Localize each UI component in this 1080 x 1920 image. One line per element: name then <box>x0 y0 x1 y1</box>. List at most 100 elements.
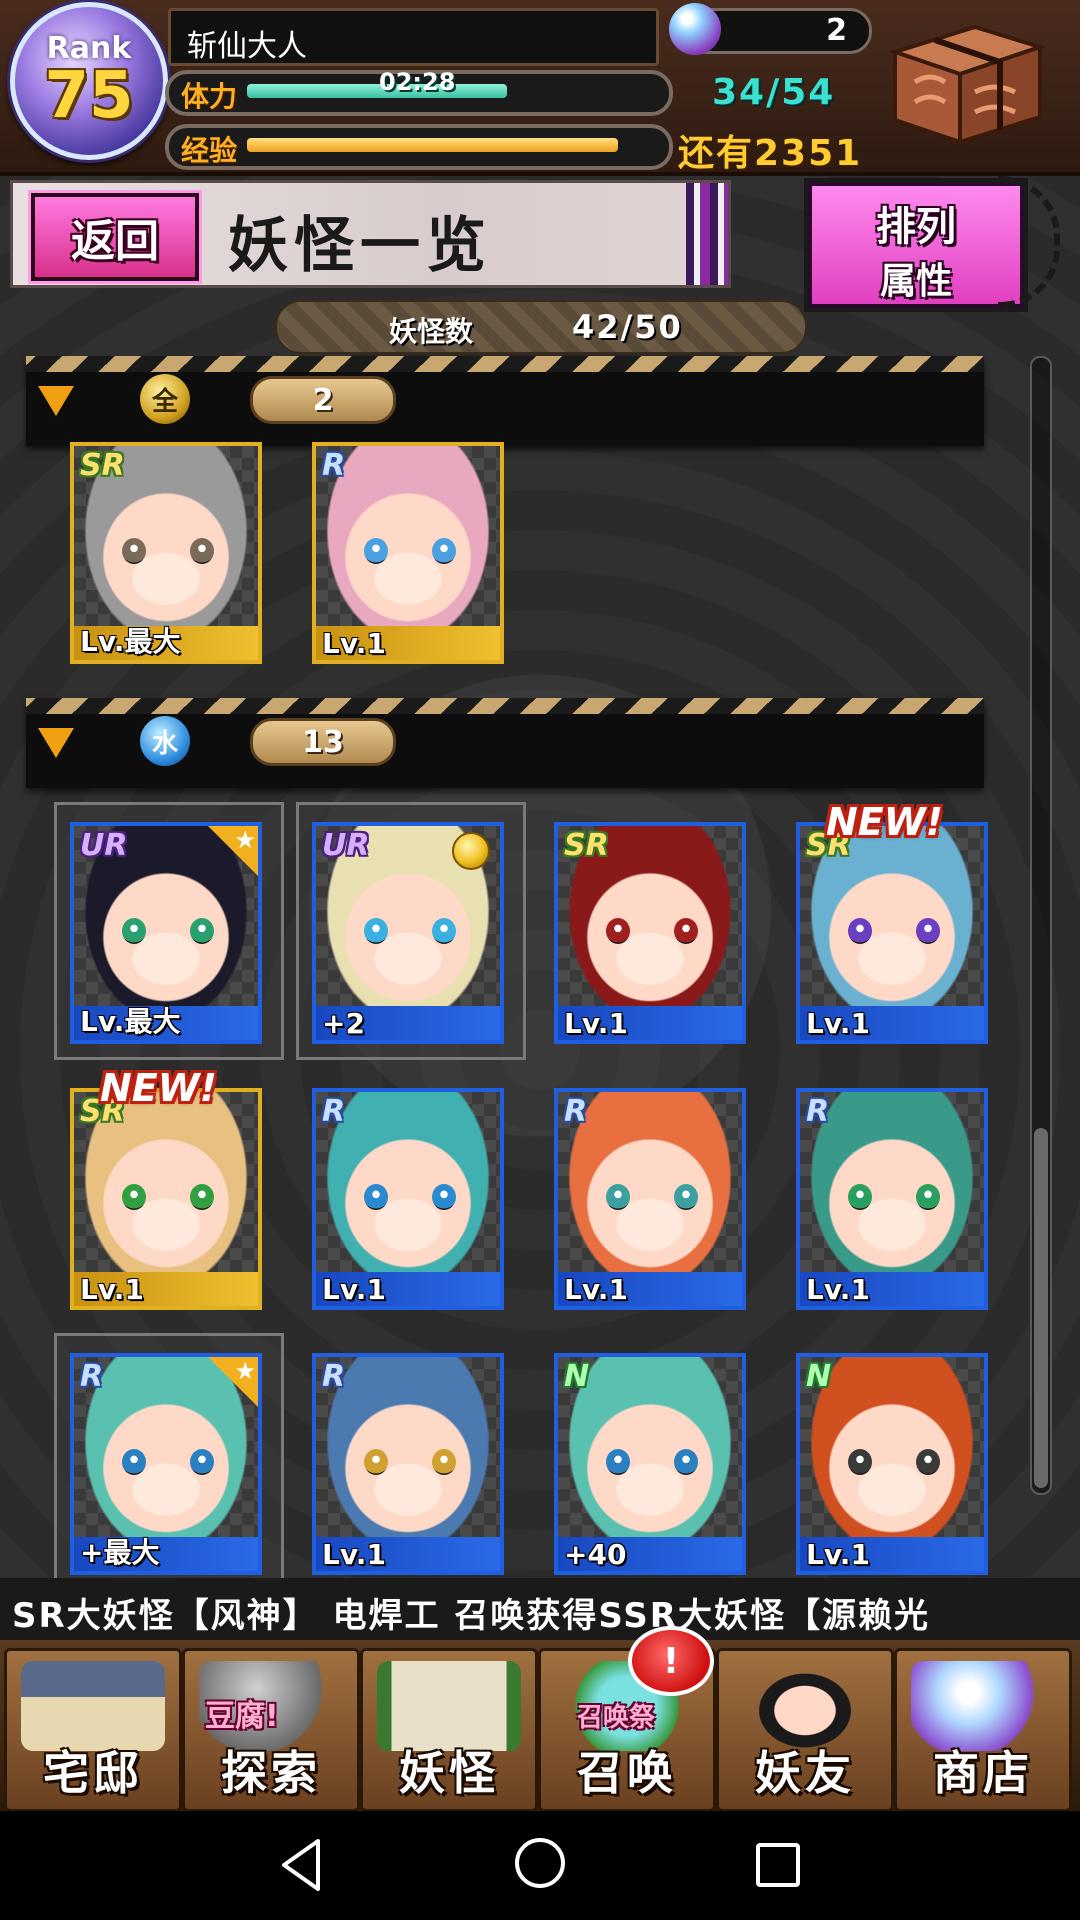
yokai-portrait-eyes <box>360 1184 460 1210</box>
back-nav-icon[interactable] <box>270 1833 334 1897</box>
page-header: 返回 妖怪一览 <box>10 180 731 288</box>
rarity-badge: N <box>806 1359 832 1394</box>
element-group-header[interactable]: 全 2 <box>26 356 984 446</box>
stamina-count: 34/54 <box>712 72 836 113</box>
yokai-card[interactable]: R Lv.1 <box>312 1088 504 1310</box>
system-navigation-bar <box>0 1811 1080 1920</box>
stamina-timer: 02:28 <box>379 68 456 96</box>
rank-value: 75 <box>44 59 134 133</box>
player-name: 斩仙大人 <box>187 29 307 64</box>
level-label: Lv.1 <box>322 1538 386 1571</box>
back-button[interactable]: 返回 <box>28 190 202 284</box>
spirit-orb-icon <box>669 3 721 55</box>
yokai-card-frame[interactable]: R Lv.1 <box>312 1353 504 1575</box>
game-screen: Rank 75 斩仙大人 体力 02:28 经验 2 34/54 还有2351 <box>0 0 1080 1811</box>
yokai-card-frame[interactable]: SR Lv.1 <box>554 822 746 1044</box>
group-count: 13 <box>250 718 396 766</box>
nav-mansion[interactable]: 宅邸 <box>4 1648 182 1811</box>
home-nav-icon[interactable] <box>508 1831 572 1895</box>
stamina-bar: 体力 02:28 <box>165 68 673 116</box>
element-group-header[interactable]: 水 13 <box>26 698 984 788</box>
scrollbar-thumb[interactable] <box>1034 1128 1048 1488</box>
earth-element-icon: 全 <box>140 374 190 424</box>
yokai-card-frame[interactable]: R Lv.1 <box>554 1088 746 1310</box>
level-label: Lv.1 <box>564 1273 628 1306</box>
nav-yokai[interactable]: 妖怪 <box>360 1648 538 1811</box>
level-label: +40 <box>564 1538 627 1571</box>
yokai-portrait-eyes <box>360 1449 460 1475</box>
ticker-text: SR大妖怪【风神】 电焊工 召唤获得SSR大妖怪【源赖光 <box>12 1596 930 1636</box>
nav-explore[interactable]: 豆腐! 探索 <box>182 1648 360 1811</box>
yokai-portrait-eyes <box>844 1449 944 1475</box>
nav-label: 妖怪 <box>399 1746 499 1800</box>
level-label: Lv.最大 <box>80 625 181 658</box>
level-label: Lv.1 <box>80 1273 144 1306</box>
player-status-bar: Rank 75 斩仙大人 体力 02:28 经验 2 34/54 还有2351 <box>0 0 1080 176</box>
stamina-label: 体力 <box>181 80 238 113</box>
gem-counter[interactable]: 2 <box>669 3 872 55</box>
yokai-card[interactable]: R Lv.1 <box>554 1088 746 1310</box>
yokai-portrait-eyes <box>118 1449 218 1475</box>
star-icon: ★ <box>234 826 256 854</box>
nav-friends[interactable]: 妖友 <box>716 1648 894 1811</box>
stamina-fill <box>247 84 507 98</box>
gift-box-icon[interactable] <box>875 12 1055 152</box>
yokai-card-frame[interactable]: ★ UR Lv.最大 <box>70 822 262 1044</box>
yokai-portrait-eyes <box>118 538 218 564</box>
yokai-card[interactable]: R Lv.1 <box>312 442 504 664</box>
yokai-card[interactable]: ★ UR Lv.最大 <box>54 802 284 1060</box>
yokai-card-frame[interactable]: R Lv.1 <box>312 1088 504 1310</box>
yokai-card[interactable]: UR +2 <box>296 802 526 1060</box>
yokai-card-frame[interactable]: ★ R +最大 <box>70 1353 262 1575</box>
sort-button[interactable]: 排列 属性 <box>804 178 1028 312</box>
rarity-badge: R <box>322 1094 346 1129</box>
yokai-card[interactable]: ★ R +最大 <box>54 1333 284 1591</box>
yokai-portrait-eyes <box>844 1184 944 1210</box>
rarity-badge: SR <box>80 448 125 483</box>
alert-badge[interactable]: ! <box>628 1626 714 1696</box>
yokai-card-frame[interactable]: SR Lv.1 <box>796 822 988 1044</box>
yokai-card[interactable]: R Lv.1 <box>312 1353 504 1575</box>
collapse-arrow-icon[interactable] <box>38 728 74 758</box>
yokai-portrait-eyes <box>602 1449 702 1475</box>
summon-festival-label: 召唤祭 <box>577 1703 656 1733</box>
yokai-card[interactable]: SR Lv.1 NEW! <box>70 1066 262 1310</box>
nav-label: 召唤 <box>577 1746 677 1800</box>
yokai-card[interactable]: N +40 <box>554 1353 746 1575</box>
yokai-card[interactable]: R Lv.1 <box>796 1088 988 1310</box>
yokai-card-frame[interactable]: SR Lv.最大 <box>70 442 262 664</box>
rank-badge[interactable]: Rank 75 <box>10 2 168 160</box>
yokai-count-value: 42/50 <box>572 308 683 346</box>
rarity-badge: R <box>322 448 346 483</box>
yokai-card-frame[interactable]: N Lv.1 <box>796 1353 988 1575</box>
player-name-box: 斩仙大人 <box>168 8 659 66</box>
yokai-card[interactable]: SR Lv.最大 <box>70 442 262 664</box>
yokai-card-frame[interactable]: UR +2 <box>312 822 504 1044</box>
yokai-card[interactable]: N Lv.1 <box>796 1353 988 1575</box>
yokai-card[interactable]: SR Lv.1 <box>554 822 746 1044</box>
nav-label: 商店 <box>933 1746 1033 1800</box>
scrollbar[interactable] <box>1030 356 1052 1495</box>
nav-label: 宅邸 <box>43 1746 143 1800</box>
collapse-arrow-icon[interactable] <box>38 386 74 416</box>
rarity-badge: R <box>80 1359 104 1394</box>
rarity-badge: R <box>564 1094 588 1129</box>
level-label: +2 <box>322 1007 365 1040</box>
nav-shop[interactable]: 商店 <box>894 1648 1072 1811</box>
yokai-card-frame[interactable]: R Lv.1 <box>796 1088 988 1310</box>
yokai-card-frame[interactable]: N +40 <box>554 1353 746 1575</box>
yokai-portrait-eyes <box>360 918 460 944</box>
new-badge: NEW! <box>826 800 944 844</box>
rarity-badge: N <box>564 1359 590 1394</box>
yokai-card-frame[interactable]: SR Lv.1 <box>70 1088 262 1310</box>
yokai-card-frame[interactable]: R Lv.1 <box>312 442 504 664</box>
yokai-portrait-eyes <box>844 918 944 944</box>
yokai-card[interactable]: SR Lv.1 NEW! <box>796 800 988 1044</box>
yokai-count-label: 妖怪数 <box>389 315 474 348</box>
group-count: 2 <box>250 376 396 424</box>
recent-apps-icon[interactable] <box>746 1833 810 1897</box>
exp-fill <box>247 138 618 152</box>
gear-decoration <box>998 176 1060 308</box>
exp-label: 经验 <box>181 134 238 167</box>
exp-remaining: 还有2351 <box>678 133 863 174</box>
